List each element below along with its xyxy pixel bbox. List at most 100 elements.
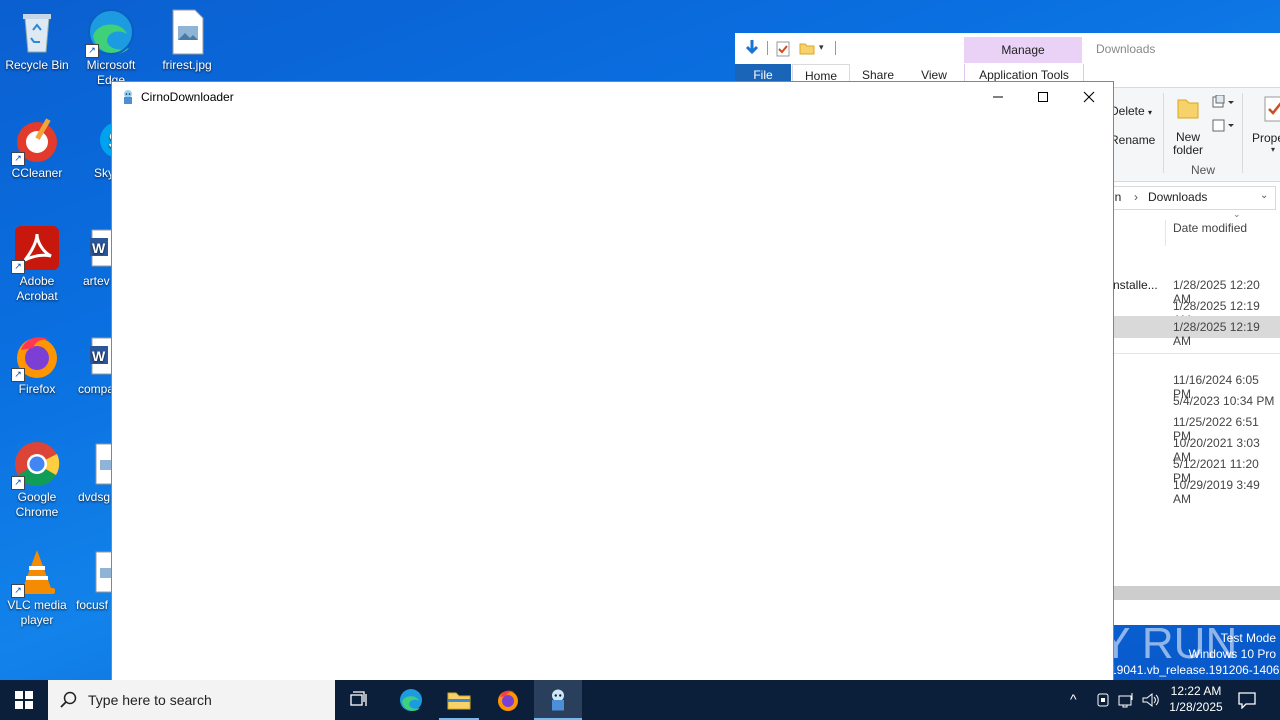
desktop-icon-label: Adobe Acrobat: [16, 274, 58, 303]
desktop-icon-edge[interactable]: ↗ Microsoft Edge: [74, 8, 148, 88]
taskbar-cirno-downloader[interactable]: [534, 680, 582, 720]
desktop-icon-label: Google Chrome: [15, 490, 59, 519]
ribbon-group-new-label: New: [1191, 163, 1216, 177]
new-folder-qat-icon[interactable]: [799, 41, 815, 58]
horizontal-scrollbar[interactable]: [1111, 586, 1280, 600]
folder-icon: [447, 692, 471, 710]
chevron-down-icon: ▾: [1271, 145, 1276, 154]
recycle-bin-icon: [13, 8, 61, 56]
explorer-window-title: Downloads: [1096, 42, 1156, 56]
app-icon: [121, 89, 135, 108]
properties-button[interactable]: Prope: [1252, 131, 1280, 145]
address-bar[interactable]: in › Downloads ⌄: [1111, 186, 1276, 210]
volume-icon[interactable]: [1142, 692, 1160, 711]
svg-text:W: W: [92, 348, 106, 364]
watermark-build: d 19041.vb_release.191206-1406: [1100, 663, 1280, 677]
show-hidden-icons-chevron-icon[interactable]: ^: [1070, 691, 1077, 707]
desktop-icon-focusf[interactable]: focusf: [74, 548, 112, 613]
rename-button[interactable]: Rename: [1110, 133, 1155, 147]
table-row[interactable]: 1/28/2025 12:19 AM: [1173, 320, 1280, 348]
column-header-date-modified[interactable]: Date modified: [1173, 221, 1247, 235]
taskbar-firefox[interactable]: [484, 680, 532, 720]
word-document-icon: W: [88, 224, 112, 272]
watermark-edition: Windows 10 Pro: [1188, 647, 1276, 661]
close-icon: [1083, 91, 1095, 103]
edge-icon: [400, 689, 422, 711]
clock-date: 1/28/2025: [1169, 700, 1223, 714]
clock[interactable]: 12:22 AM 1/28/2025: [1166, 683, 1226, 715]
new-folder-icon: [1173, 95, 1203, 124]
desktop-icon-label: compa: [78, 382, 112, 396]
firefox-icon: [498, 690, 518, 711]
desktop-icon-label: Recycle Bin: [5, 58, 69, 72]
properties-icon: [1263, 95, 1280, 126]
start-button[interactable]: [0, 680, 48, 720]
sort-indicator-icon: ⌄: [1233, 209, 1241, 219]
file-name-partial[interactable]: nstalle...: [1113, 278, 1158, 292]
image-file-icon: [163, 8, 211, 56]
minimize-button[interactable]: [975, 82, 1021, 112]
new-item-icon[interactable]: [1211, 94, 1235, 112]
desktop-icon-firefox[interactable]: ↗ Firefox: [0, 332, 74, 397]
desktop-icon-dvdsg[interactable]: dvdsg: [74, 440, 112, 505]
desktop-icon-label: Sky: [94, 166, 112, 180]
desktop-icon-label: Firefox: [18, 382, 56, 396]
chrome-icon: ↗: [11, 440, 61, 490]
table-row[interactable]: 10/29/2019 3:49 AM: [1173, 478, 1280, 506]
table-row[interactable]: 5/4/2023 10:34 PM: [1173, 394, 1274, 408]
shortcut-arrow-icon: ↗: [85, 44, 99, 58]
manage-contextual-tab[interactable]: Manage: [964, 37, 1082, 63]
svg-text:W: W: [92, 240, 106, 256]
new-folder-button[interactable]: New folder: [1165, 131, 1211, 157]
device-icon[interactable]: [1095, 692, 1111, 711]
maximize-button[interactable]: [1020, 82, 1066, 112]
window-content: [112, 112, 1113, 680]
adobe-acrobat-icon: ↗: [11, 224, 61, 274]
download-arrow-icon[interactable]: [743, 39, 761, 60]
clock-time: 12:22 AM: [1170, 684, 1222, 698]
desktop-icon-artev[interactable]: W artev: [74, 224, 112, 289]
image-file-icon: [92, 440, 112, 488]
ccleaner-icon: ↗: [11, 116, 61, 166]
chevron-down-icon: ▾: [1148, 108, 1153, 117]
notifications-icon[interactable]: [1238, 691, 1256, 712]
desktop-icon-compa[interactable]: W compa: [74, 332, 112, 397]
desktop-icon-adobe-acrobat[interactable]: ↗ Adobe Acrobat: [0, 224, 74, 304]
desktop-icon-vlc[interactable]: ↗ VLC media player: [0, 548, 74, 628]
task-view-button[interactable]: [336, 680, 384, 720]
desktop-icon-label: CCleaner: [11, 166, 63, 180]
watermark-test-mode: Test Mode: [1220, 631, 1276, 645]
network-icon[interactable]: [1118, 692, 1136, 711]
delete-button[interactable]: Delete ▾: [1110, 104, 1152, 118]
desktop-icon-google-chrome[interactable]: ↗ Google Chrome: [0, 440, 74, 520]
close-button[interactable]: [1066, 82, 1112, 112]
desktop-icon-skype[interactable]: S Sky: [74, 116, 112, 181]
desktop-icon-frirest-jpg[interactable]: frirest.jpg: [150, 8, 224, 73]
desktop-icon-ccleaner[interactable]: ↗ CCleaner: [0, 116, 74, 181]
taskbar-edge[interactable]: [387, 680, 435, 720]
breadcrumb-current[interactable]: Downloads: [1148, 190, 1207, 204]
search-icon: [60, 691, 78, 712]
taskbar-file-explorer[interactable]: [435, 680, 483, 720]
desktop-icon-label: frirest.jpg: [162, 58, 212, 72]
word-document-icon: W: [88, 332, 112, 380]
qat-dropdown-icon[interactable]: ▾: [819, 42, 824, 53]
breadcrumb-separator-icon: ›: [1134, 190, 1138, 204]
cirno-downloader-window: CirnoDownloader: [111, 81, 1114, 681]
delete-label: Delete: [1110, 104, 1145, 118]
desktop-icon-label: VLC media player: [7, 598, 67, 627]
taskbar-search-box[interactable]: Type here to search: [48, 680, 335, 720]
easy-access-icon[interactable]: [1211, 117, 1235, 136]
task-view-icon: [350, 691, 367, 706]
desktop-icon-label: artev: [83, 274, 110, 288]
cirno-app-icon: [552, 689, 564, 711]
title-bar[interactable]: CirnoDownloader: [112, 82, 1113, 112]
properties-check-icon[interactable]: [776, 41, 790, 60]
shortcut-arrow-icon: ↗: [11, 152, 25, 166]
window-title: CirnoDownloader: [141, 90, 234, 104]
desktop-icon-recycle-bin[interactable]: Recycle Bin: [0, 8, 74, 73]
image-file-icon: [92, 548, 112, 596]
chevron-down-icon[interactable]: ⌄: [1260, 190, 1268, 201]
taskbar: Type here to search ^ 12:22 AM 1/28/2025: [0, 680, 1280, 720]
shortcut-arrow-icon: ↗: [11, 260, 25, 274]
